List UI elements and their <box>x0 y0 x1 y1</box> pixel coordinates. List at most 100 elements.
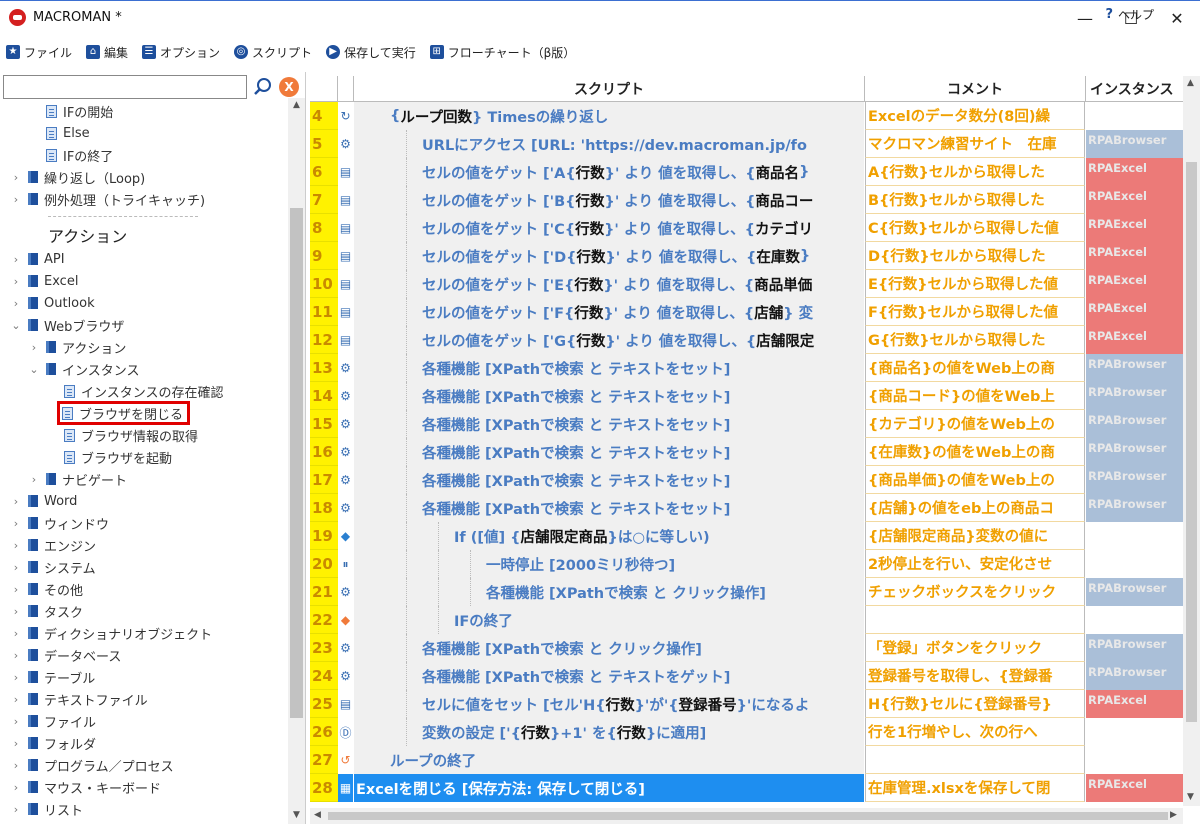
row-number[interactable]: 12 <box>310 326 338 354</box>
chevron-right-icon[interactable]: › <box>10 495 22 508</box>
tree-item[interactable]: Else <box>46 122 90 144</box>
chevron-right-icon[interactable]: › <box>28 341 40 354</box>
chevron-right-icon[interactable]: › <box>10 759 22 772</box>
comment-cell[interactable]: H{行数}セルに{登録番号} <box>865 690 1085 718</box>
tree-item[interactable]: ブラウザを閉じる <box>57 401 191 425</box>
chevron-right-icon[interactable]: › <box>10 605 22 618</box>
chevron-right-icon[interactable]: › <box>10 693 22 706</box>
script-row[interactable]: 22 ◆ IFの終了 <box>310 606 1190 634</box>
comment-cell[interactable]: Excelのデータ数分(8回)繰 <box>865 102 1085 130</box>
script-cell[interactable]: ループの終了 <box>354 746 864 774</box>
chevron-right-icon[interactable]: › <box>10 275 22 288</box>
chevron-right-icon[interactable]: › <box>10 737 22 750</box>
chevron-right-icon[interactable]: › <box>10 539 22 552</box>
script-cell[interactable]: 各種機能 [XPathで検索 と テキストをセット] <box>354 494 864 522</box>
chevron-right-icon[interactable]: › <box>10 627 22 640</box>
instance-cell[interactable]: RPAExcel <box>1086 214 1186 242</box>
script-cell[interactable]: If ([値] {店舗限定商品}は○に等しい) <box>354 522 864 550</box>
script-row[interactable]: 19 ◆ If ([値] {店舗限定商品}は○に等しい) {店舗限定商品}変数の値に <box>310 522 1190 550</box>
script-cell[interactable]: 一時停止 [2000ミリ秒待つ] <box>354 550 864 578</box>
chevron-right-icon[interactable]: › <box>10 583 22 596</box>
header-instance[interactable]: インスタンス <box>1086 76 1186 102</box>
row-number[interactable]: 10 <box>310 270 338 298</box>
script-cell[interactable]: 各種機能 [XPathで検索 と テキストをセット] <box>354 438 864 466</box>
instance-cell[interactable]: RPABrowser <box>1086 494 1186 522</box>
instance-cell[interactable]: RPAExcel <box>1086 326 1186 354</box>
instance-cell[interactable]: RPABrowser <box>1086 578 1186 606</box>
script-cell[interactable]: 各種機能 [XPathで検索 と テキストをセット] <box>354 382 864 410</box>
chevron-right-icon[interactable]: › <box>10 781 22 794</box>
header-script[interactable]: スクリプト <box>354 76 865 102</box>
comment-cell[interactable]: {カテゴリ}の値をWeb上の <box>865 410 1085 438</box>
instance-cell[interactable]: RPAExcel <box>1086 690 1186 718</box>
scroll-thumb[interactable] <box>290 208 303 718</box>
row-number[interactable]: 19 <box>310 522 338 550</box>
row-number[interactable]: 28 <box>310 774 338 802</box>
script-cell[interactable]: 各種機能 [XPathで検索 と テキストをセット] <box>354 354 864 382</box>
row-number[interactable]: 17 <box>310 466 338 494</box>
script-cell[interactable]: 各種機能 [XPathで検索 と テキストをセット] <box>354 466 864 494</box>
script-cell[interactable]: セルの値をゲット ['A{行数}' より 値を取得し、{商品名} <box>354 158 864 186</box>
tree-item[interactable]: › ディクショナリオブジェクト <box>10 622 212 644</box>
row-number[interactable]: 8 <box>310 214 338 242</box>
tree-item[interactable]: › ウィンドウ <box>10 512 109 534</box>
row-number[interactable]: 26 <box>310 718 338 746</box>
tree-item[interactable]: ブラウザを起動 <box>64 446 172 468</box>
script-cell[interactable]: URLにアクセス [URL: 'https://dev.macroman.jp/… <box>354 130 864 158</box>
tree-item[interactable]: › ファイル <box>10 710 96 732</box>
comment-cell[interactable]: 登録番号を取得し、{登録番 <box>865 662 1085 690</box>
script-row[interactable]: 8 ▤ セルの値をゲット ['C{行数}' より 値を取得し、{カテゴリ C{行数}セ… <box>310 214 1190 242</box>
instance-cell[interactable]: RPAExcel <box>1086 242 1186 270</box>
search-icon[interactable] <box>253 77 273 97</box>
script-row[interactable]: 4 ↻{ループ回数} Timesの繰り返し Excelのデータ数分(8回)繰 <box>310 102 1190 130</box>
script-row[interactable]: 23 ⚙ 各種機能 [XPathで検索 と クリック操作] 「登録」ボタンをクリック R… <box>310 634 1190 662</box>
row-number[interactable]: 18 <box>310 494 338 522</box>
instance-cell[interactable]: RPAExcel <box>1086 270 1186 298</box>
scroll-thumb[interactable] <box>328 812 1168 820</box>
tree-item[interactable]: › リスト <box>10 798 83 820</box>
script-row[interactable]: 20 ⏸ 一時停止 [2000ミリ秒待つ] 2秒停止を行い、安定化させ <box>310 550 1190 578</box>
row-number[interactable]: 13 <box>310 354 338 382</box>
instance-cell[interactable]: RPABrowser <box>1086 634 1186 662</box>
script-cell[interactable]: 変数の設定 ['{行数}+1' を{行数}に適用] <box>354 718 864 746</box>
comment-cell[interactable]: {商品コード}の値をWeb上 <box>865 382 1085 410</box>
script-cell[interactable]: 各種機能 [XPathで検索 と テキストをセット] <box>354 410 864 438</box>
script-row[interactable]: 10 ▤ セルの値をゲット ['E{行数}' より 値を取得し、{商品単価 E{行数}… <box>310 270 1190 298</box>
chevron-right-icon[interactable]: › <box>10 253 22 266</box>
script-cell[interactable]: セルの値をゲット ['E{行数}' より 値を取得し、{商品単価 <box>354 270 864 298</box>
menu-item-0[interactable]: ★ ファイル <box>6 44 72 61</box>
chevron-right-icon[interactable]: › <box>10 803 22 816</box>
comment-cell[interactable]: {店舗限定商品}変数の値に <box>865 522 1085 550</box>
script-row[interactable]: 26 Ⓓ 変数の設定 ['{行数}+1' を{行数}に適用] 行を1行増やし、次の行へ <box>310 718 1190 746</box>
instance-cell[interactable]: RPAExcel <box>1086 774 1186 802</box>
script-cell[interactable]: 各種機能 [XPathで検索 と テキストをゲット] <box>354 662 864 690</box>
grid-horizontal-scrollbar[interactable]: ◀ ▶ <box>310 808 1183 824</box>
header-comment[interactable]: コメント <box>865 76 1086 102</box>
script-cell[interactable]: {ループ回数} Timesの繰り返し <box>354 102 864 130</box>
menu-item-1[interactable]: ⌂ 編集 <box>86 44 128 61</box>
script-row[interactable]: 28 ▦ Excelを閉じる [保存方法: 保存して閉じる] 在庫管理.xlsxを保存… <box>310 774 1190 802</box>
script-row[interactable]: 9 ▤ セルの値をゲット ['D{行数}' より 値を取得し、{在庫数} D{行数}… <box>310 242 1190 270</box>
script-cell[interactable]: セルに値をセット [セル'H{行数}'が'{登録番号}'になるよ <box>354 690 864 718</box>
comment-cell[interactable]: 「登録」ボタンをクリック <box>865 634 1085 662</box>
instance-cell[interactable] <box>1086 606 1186 634</box>
script-row[interactable]: 18 ⚙ 各種機能 [XPathで検索 と テキストをセット] {店舗}の値をeb上の… <box>310 494 1190 522</box>
comment-cell[interactable]: B{行数}セルから取得した <box>865 186 1085 214</box>
row-number[interactable]: 6 <box>310 158 338 186</box>
comment-cell[interactable]: マクロマン練習サイト 在庫 <box>865 130 1085 158</box>
row-number[interactable]: 9 <box>310 242 338 270</box>
grid-vertical-scrollbar[interactable]: ▲ ▼ <box>1183 76 1200 806</box>
instance-cell[interactable]: RPABrowser <box>1086 130 1186 158</box>
scroll-right-icon[interactable]: ▶ <box>1170 810 1177 820</box>
chevron-right-icon[interactable]: › <box>10 649 22 662</box>
tree-item[interactable]: › Excel <box>10 270 79 292</box>
tree-item[interactable]: › Word <box>10 490 78 512</box>
row-number[interactable]: 15 <box>310 410 338 438</box>
row-number[interactable]: 4 <box>310 102 338 130</box>
instance-cell[interactable]: RPABrowser <box>1086 382 1186 410</box>
row-number[interactable]: 11 <box>310 298 338 326</box>
chevron-right-icon[interactable]: › <box>10 193 22 206</box>
tree-item[interactable]: ブラウザ情報の取得 <box>64 424 198 446</box>
row-number[interactable]: 14 <box>310 382 338 410</box>
menu-item-3[interactable]: ◎ スクリプト <box>234 44 312 61</box>
